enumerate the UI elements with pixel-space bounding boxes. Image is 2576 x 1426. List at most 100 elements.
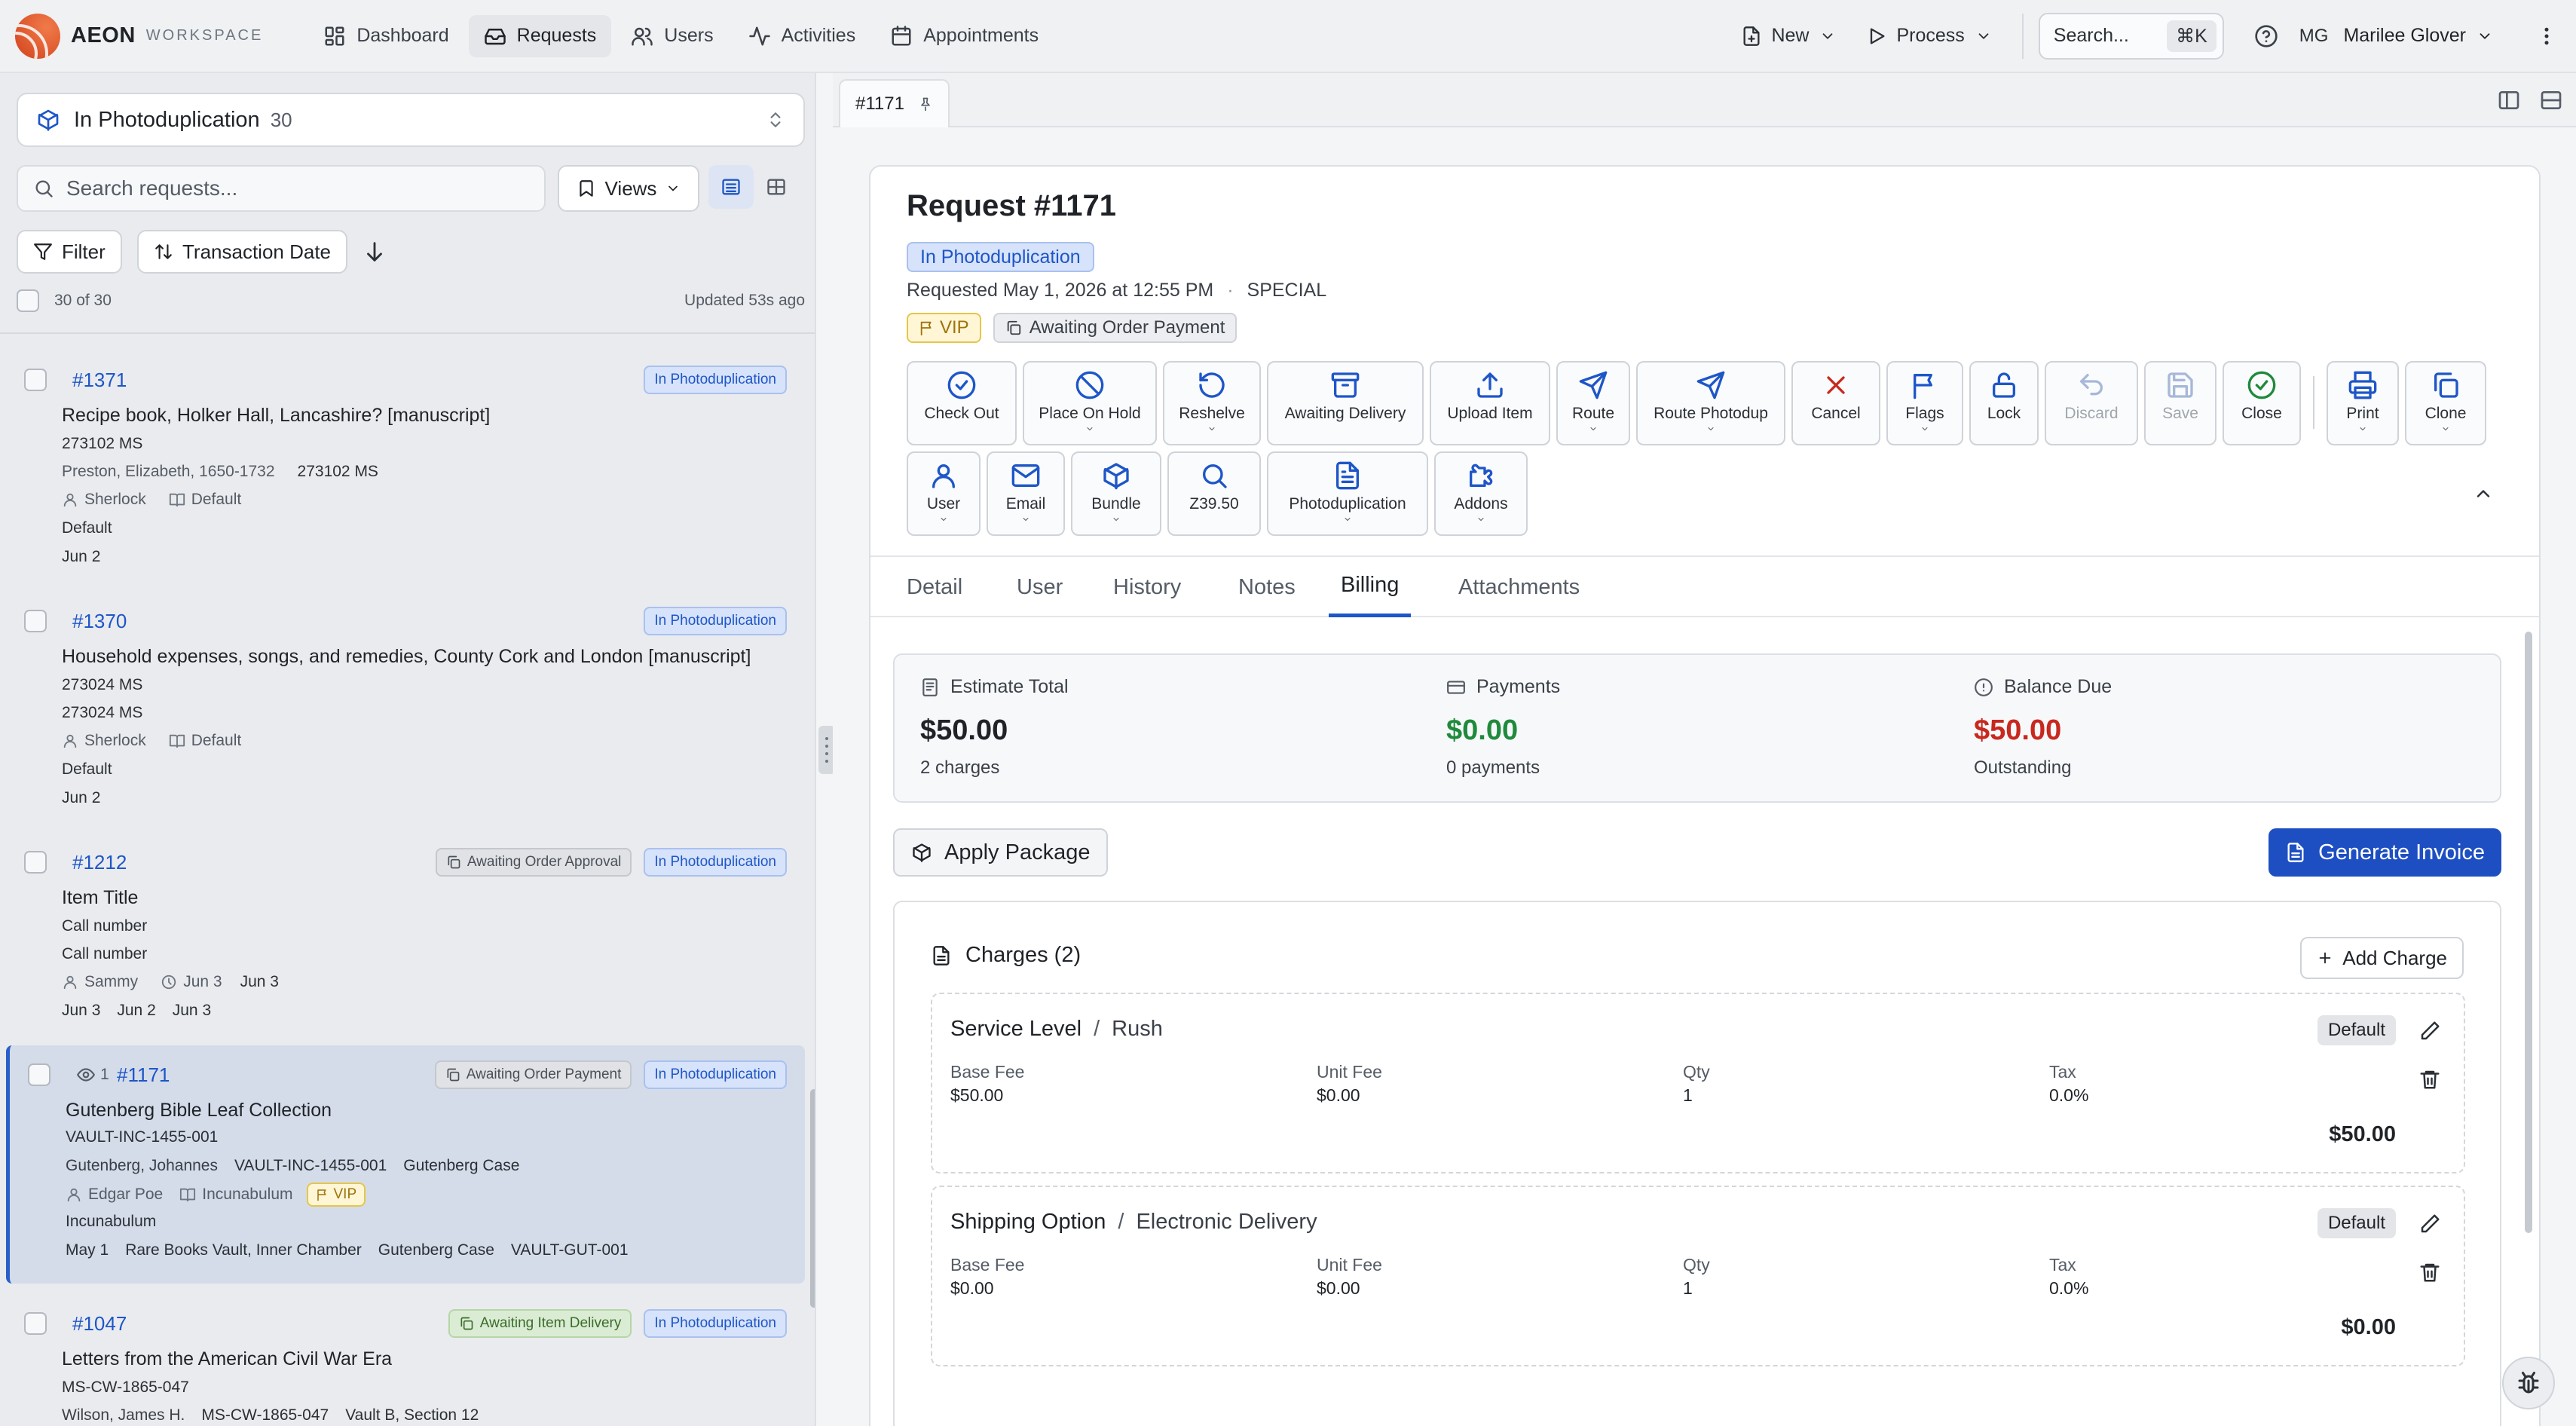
request-id[interactable]: #1047: [72, 1312, 127, 1336]
location: Rare Books Vault, Inner Chamber: [125, 1241, 362, 1259]
tab-billing[interactable]: Billing: [1329, 557, 1412, 617]
row-checkbox[interactable]: [24, 610, 47, 632]
lock-button[interactable]: Lock: [1969, 361, 2039, 445]
rotate-icon: [1199, 372, 1225, 398]
estimate-sub: 2 charges: [920, 757, 1000, 778]
x-icon: [1827, 376, 1845, 394]
assigned-user: Sherlock: [84, 491, 146, 508]
filter-button[interactable]: Filter: [17, 230, 122, 274]
upload-item-button[interactable]: Upload Item: [1430, 361, 1550, 445]
tax-label: Tax: [2049, 1255, 2076, 1275]
place-on-hold-button[interactable]: Place On Hold: [1023, 361, 1157, 445]
split-vertical-icon[interactable]: [2497, 88, 2521, 112]
document-tab[interactable]: #1171: [839, 79, 950, 127]
assigned-user: Edgar Poe: [88, 1186, 164, 1203]
save-button[interactable]: Save: [2144, 361, 2217, 445]
chevron-down-icon[interactable]: [2477, 28, 2493, 44]
tab-attachments[interactable]: Attachments: [1458, 557, 1580, 617]
request-id[interactable]: #1171: [117, 1063, 170, 1087]
list-scrollbar[interactable]: [810, 1089, 815, 1308]
row-checkbox[interactable]: [24, 1312, 47, 1335]
tab-history[interactable]: History: [1113, 557, 1181, 617]
new-button[interactable]: New: [1726, 15, 1851, 57]
close-button[interactable]: Close: [2223, 361, 2301, 445]
list-item[interactable]: #1047 Awaiting Item Delivery In Photodup…: [6, 1306, 805, 1426]
arrow-down-icon[interactable]: [362, 239, 387, 265]
search-requests-input[interactable]: Search requests...: [17, 165, 546, 212]
awaiting-badge: Awaiting Order Payment: [993, 313, 1238, 343]
debug-button[interactable]: [2502, 1357, 2555, 1409]
user-initials[interactable]: MG: [2299, 26, 2329, 47]
sort-field-button[interactable]: Transaction Date: [137, 230, 348, 274]
tab-detail[interactable]: Detail: [907, 557, 962, 617]
bundle-button[interactable]: Bundle: [1071, 451, 1161, 536]
request-id[interactable]: #1212: [72, 851, 127, 874]
nav-appointments[interactable]: Appointments: [875, 15, 1054, 57]
awaiting-delivery-button[interactable]: Awaiting Delivery: [1267, 361, 1424, 445]
pencil-icon[interactable]: [2418, 1213, 2441, 1235]
nav-dashboard[interactable]: Dashboard: [308, 15, 463, 57]
flags-button[interactable]: Flags: [1886, 361, 1963, 445]
route-photodup-button[interactable]: Route Photodup: [1636, 361, 1785, 445]
request-id[interactable]: #1370: [72, 610, 127, 633]
split-horizontal-icon[interactable]: [2539, 88, 2563, 112]
discard-button[interactable]: Discard: [2045, 361, 2138, 445]
trash-icon[interactable]: [2418, 1068, 2441, 1091]
apply-package-button[interactable]: Apply Package: [893, 828, 1109, 877]
request-id[interactable]: #1371: [72, 369, 127, 392]
generate-invoice-button[interactable]: Generate Invoice: [2269, 828, 2501, 877]
date-line: Jun 3 Jun 2 Jun 3: [62, 1002, 234, 1020]
nav-users[interactable]: Users: [616, 15, 728, 57]
author: Wilson, James H.: [62, 1406, 185, 1424]
route-button[interactable]: Route: [1556, 361, 1630, 445]
grid-view-button[interactable]: [754, 165, 799, 209]
clone-button[interactable]: Clone: [2405, 361, 2486, 445]
photoduplication-button[interactable]: Photoduplication: [1267, 451, 1428, 536]
status-filter-select[interactable]: In Photoduplication 30: [17, 93, 805, 147]
trash-icon[interactable]: [2418, 1261, 2441, 1284]
charges-section: Charges (2) Add Charge Service Level / R…: [893, 901, 2501, 1426]
save-icon: [2168, 372, 2193, 398]
nav-activities[interactable]: Activities: [733, 15, 871, 57]
tab-notes[interactable]: Notes: [1238, 557, 1296, 617]
global-search[interactable]: Search... ⌘K: [2038, 12, 2224, 60]
process-button[interactable]: Process: [1851, 15, 2006, 57]
chevron-up-icon[interactable]: [2473, 483, 2494, 504]
list-view-button[interactable]: [708, 165, 754, 209]
reshelve-button[interactable]: Reshelve: [1163, 361, 1261, 445]
z3950-button[interactable]: Z39.50: [1167, 451, 1261, 536]
add-charge-button[interactable]: Add Charge: [2300, 937, 2464, 979]
detail-scrollbar[interactable]: [2525, 632, 2532, 1233]
check-out-button[interactable]: Check Out: [907, 361, 1017, 445]
list-item[interactable]: #1370 In Photoduplication Household expe…: [6, 601, 805, 834]
action-label: Email: [1005, 495, 1046, 513]
activity-icon: [748, 26, 770, 45]
tab-user[interactable]: User: [1017, 557, 1063, 617]
location: Gutenberg Case: [403, 1157, 520, 1174]
row-checkbox[interactable]: [24, 369, 47, 391]
print-button[interactable]: Print: [2327, 361, 2399, 445]
pencil-icon[interactable]: [2418, 1020, 2441, 1042]
action-label: Place On Hold: [1039, 405, 1141, 422]
row-checkbox[interactable]: [28, 1063, 50, 1086]
more-vertical-icon[interactable]: [2535, 25, 2558, 47]
chevron-down-icon: [1590, 427, 1596, 430]
nav-requests[interactable]: Requests: [468, 14, 612, 57]
list-item[interactable]: 1 #1171 Awaiting Order Payment In Photod…: [6, 1045, 805, 1284]
row-checkbox[interactable]: [24, 851, 47, 874]
user-action-button[interactable]: User: [907, 451, 981, 536]
logo[interactable]: AEON WORKSPACE: [15, 13, 263, 59]
copy-icon: [460, 1317, 473, 1330]
select-all-checkbox[interactable]: [17, 289, 39, 312]
list-item[interactable]: #1371 In Photoduplication Recipe book, H…: [6, 360, 805, 593]
help-icon[interactable]: [2254, 24, 2278, 48]
divider: [2021, 13, 2024, 59]
email-button[interactable]: Email: [987, 451, 1065, 536]
user-name[interactable]: Marilee Glover: [2343, 25, 2466, 47]
views-button[interactable]: Views: [558, 165, 699, 212]
cancel-button[interactable]: Cancel: [1791, 361, 1880, 445]
addons-button[interactable]: Addons: [1434, 451, 1528, 536]
user-icon: [63, 493, 77, 507]
status-badge: In Photoduplication: [907, 242, 1094, 272]
pin-icon[interactable]: [918, 96, 933, 112]
